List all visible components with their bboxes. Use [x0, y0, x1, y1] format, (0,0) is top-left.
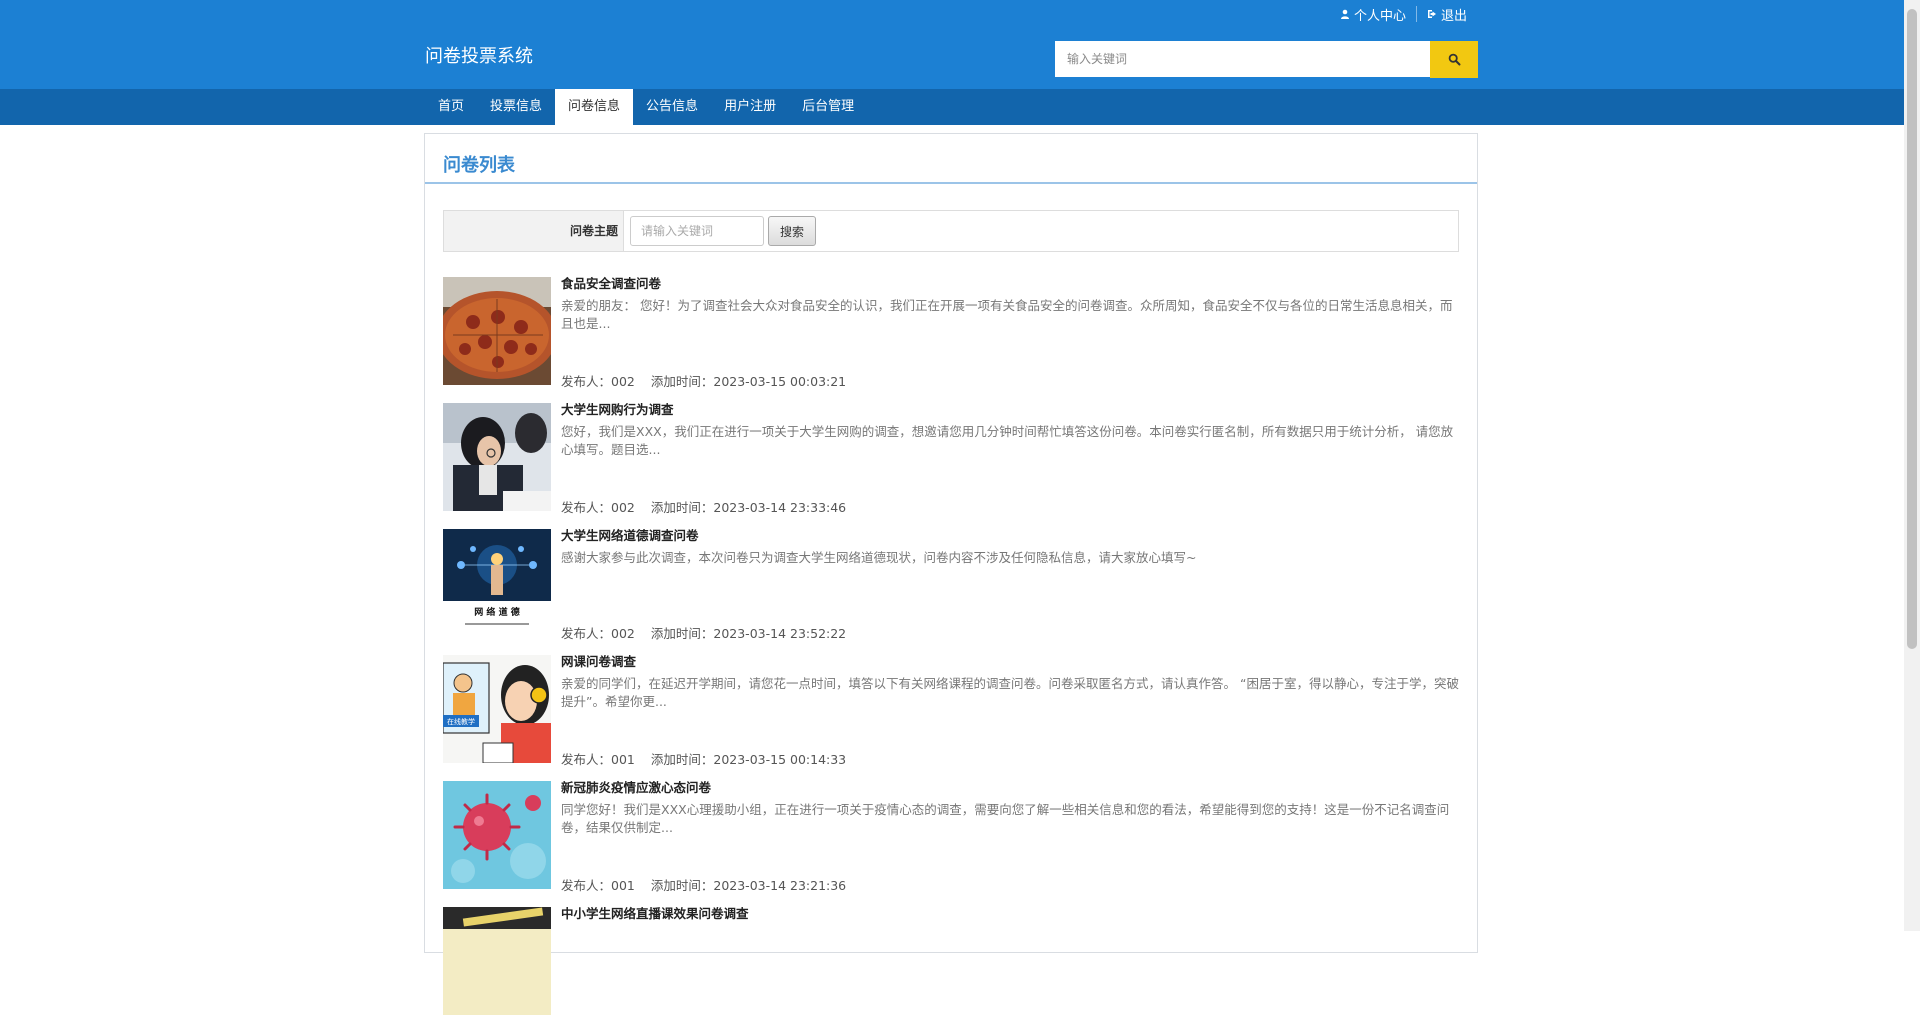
- thumbnail-pizza[interactable]: [443, 277, 551, 385]
- publisher-value: 001: [611, 752, 635, 767]
- survey-summary: 同学您好！我们是XXX心理援助小组，正在进行一项关于疫情心态的调查，需要向您了解…: [561, 802, 1450, 835]
- time-value: 2023-03-15 00:14:33: [713, 752, 847, 767]
- pen-image: [443, 907, 551, 1015]
- list-item[interactable]: 大学生网购行为调查 您好，我们是XXX，我们正在进行一项关于大学生网购的调查，想…: [443, 402, 1459, 529]
- filter-label: 问卷主题: [444, 211, 624, 251]
- thumbnail-pen[interactable]: [443, 907, 551, 1015]
- publisher-label: 发布人：002: [561, 626, 635, 641]
- keyword-input[interactable]: [630, 216, 764, 246]
- time-value: 2023-03-15 00:03:21: [713, 374, 847, 389]
- publisher-label: 发布人：002: [561, 374, 635, 389]
- time-label: 添加时间：2023-03-14 23:52:22: [650, 626, 847, 641]
- survey-summary: 亲爱的同学们，在延迟开学期间，请您花一点时间，填答以下有关网络课程的调查问卷。问…: [561, 676, 1459, 709]
- time-value: 2023-03-14 23:52:22: [713, 626, 847, 641]
- user-icon: [1340, 9, 1349, 19]
- time-value: 2023-03-14 23:21:36: [713, 878, 847, 893]
- list-item[interactable]: 食品安全调查问卷 亲爱的朋友： 您好！为了调查社会大众对食品安全的认识，我们正在…: [443, 276, 1459, 403]
- page-scrollbar[interactable]: [1904, 0, 1920, 931]
- search-input[interactable]: [1055, 41, 1431, 77]
- thumbnail-students[interactable]: [443, 403, 551, 511]
- nav-item-home[interactable]: 首页: [425, 89, 477, 125]
- logout-link[interactable]: 退出: [1427, 5, 1467, 24]
- profile-link-label: 个人中心: [1353, 8, 1406, 24]
- survey-title[interactable]: 新冠肺炎疫情应激心态问卷: [561, 777, 711, 796]
- publisher-label: 发布人：001: [561, 752, 635, 767]
- survey-list-panel: 问卷列表 问卷主题 搜索 食: [424, 133, 1478, 1015]
- time-label: 添加时间：2023-03-14 23:21:36: [650, 878, 847, 893]
- survey-title[interactable]: 大学生网购行为调查: [561, 399, 674, 418]
- nav-item-vote-info[interactable]: 投票信息: [477, 89, 555, 125]
- survey-meta: 发布人：002 添加时间：2023-03-15 00:03:21: [561, 371, 858, 390]
- search-icon: [1448, 53, 1460, 66]
- publisher-label: 发布人：001: [561, 878, 635, 893]
- survey-title[interactable]: 食品安全调查问卷: [561, 273, 661, 292]
- thumbnail-virus[interactable]: [443, 781, 551, 889]
- publisher-label: 发布人：002: [561, 500, 635, 515]
- online-class-image: 在线教学: [443, 655, 551, 763]
- svg-text:在线教学: 在线教学: [447, 717, 475, 726]
- nav-item-announcements[interactable]: 公告信息: [633, 89, 711, 125]
- virus-image: [443, 781, 551, 889]
- thumbnail-network[interactable]: 网 络 道 德: [443, 529, 551, 637]
- top-links: 个人中心 退出: [1340, 4, 1467, 24]
- scrollbar-thumb[interactable]: [1907, 9, 1917, 649]
- thumbnail-online-class[interactable]: 在线教学: [443, 655, 551, 763]
- list-item[interactable]: 在线教学 网课问卷调查 亲爱的同学们，在延迟开学期间，请您花一点时间，填答以下有…: [443, 654, 1459, 781]
- main-nav: 首页 投票信息 问卷信息 公告信息 用户注册 后台管理: [0, 89, 1904, 125]
- filter-bar: 问卷主题 搜索: [443, 210, 1459, 252]
- survey-summary: 感谢大家参与此次调查，本次问卷只为调查大学生网络道德现状，问卷内容不涉及任何隐私…: [561, 550, 1197, 565]
- header: 个人中心 退出 问卷投票系统: [0, 0, 1904, 89]
- list-item[interactable]: 新冠肺炎疫情应激心态问卷 同学您好！我们是XXX心理援助小组，正在进行一项关于疫…: [443, 780, 1459, 907]
- site-title: 问卷投票系统: [425, 46, 533, 67]
- pizza-image: [443, 277, 551, 385]
- logout-link-label: 退出: [1440, 8, 1467, 24]
- students-image: [443, 403, 551, 511]
- logout-icon: [1427, 10, 1436, 18]
- network-ethics-image: 网 络 道 德: [443, 529, 551, 637]
- publisher-value: 002: [611, 500, 635, 515]
- nav-item-survey-info[interactable]: 问卷信息: [555, 89, 634, 125]
- survey-title[interactable]: 中小学生网络直播课效果问卷调查: [561, 903, 749, 922]
- search-button[interactable]: [1430, 41, 1478, 78]
- svg-text:网 络 道 德: 网 络 道 德: [474, 606, 519, 618]
- nav-list: 首页 投票信息 问卷信息 公告信息 用户注册 后台管理: [425, 89, 867, 125]
- survey-title[interactable]: 网课问卷调查: [561, 651, 636, 670]
- nav-item-admin[interactable]: 后台管理: [789, 89, 867, 125]
- survey-summary: 亲爱的朋友： 您好！为了调查社会大众对食品安全的认识，我们正在开展一项有关食品安…: [561, 298, 1453, 331]
- survey-summary: 您好，我们是XXX，我们正在进行一项关于大学生网购的调查，想邀请您用几分钟时间帮…: [561, 424, 1454, 457]
- nav-item-register[interactable]: 用户注册: [711, 89, 789, 125]
- publisher-value: 001: [611, 878, 635, 893]
- survey-meta: 发布人：002 添加时间：2023-03-14 23:52:22: [561, 623, 858, 642]
- survey-title[interactable]: 大学生网络道德调查问卷: [561, 525, 699, 544]
- survey-meta: 发布人：002 添加时间：2023-03-14 23:33:46: [561, 497, 858, 516]
- survey-meta: 发布人：001 添加时间：2023-03-14 23:21:36: [561, 875, 858, 894]
- time-label: 添加时间：2023-03-15 00:03:21: [650, 374, 847, 389]
- publisher-value: 002: [611, 374, 635, 389]
- panel-title: 问卷列表: [443, 155, 515, 176]
- filter-search-button[interactable]: 搜索: [768, 216, 816, 246]
- time-label: 添加时间：2023-03-14 23:33:46: [650, 500, 847, 515]
- publisher-value: 002: [611, 626, 635, 641]
- panel-title-divider: [425, 182, 1477, 184]
- time-value: 2023-03-14 23:33:46: [713, 500, 847, 515]
- list-item[interactable]: 中小学生网络直播课效果问卷调查: [443, 906, 1459, 1033]
- top-links-divider: [1415, 6, 1417, 22]
- list-item[interactable]: 网 络 道 德 大学生网络道德调查问卷 感谢大家参与此次调查，本次问卷只为调查大…: [443, 528, 1459, 655]
- survey-meta: 发布人：001 添加时间：2023-03-15 00:14:33: [561, 749, 858, 768]
- time-label: 添加时间：2023-03-15 00:14:33: [650, 752, 847, 767]
- profile-link[interactable]: 个人中心: [1340, 5, 1406, 24]
